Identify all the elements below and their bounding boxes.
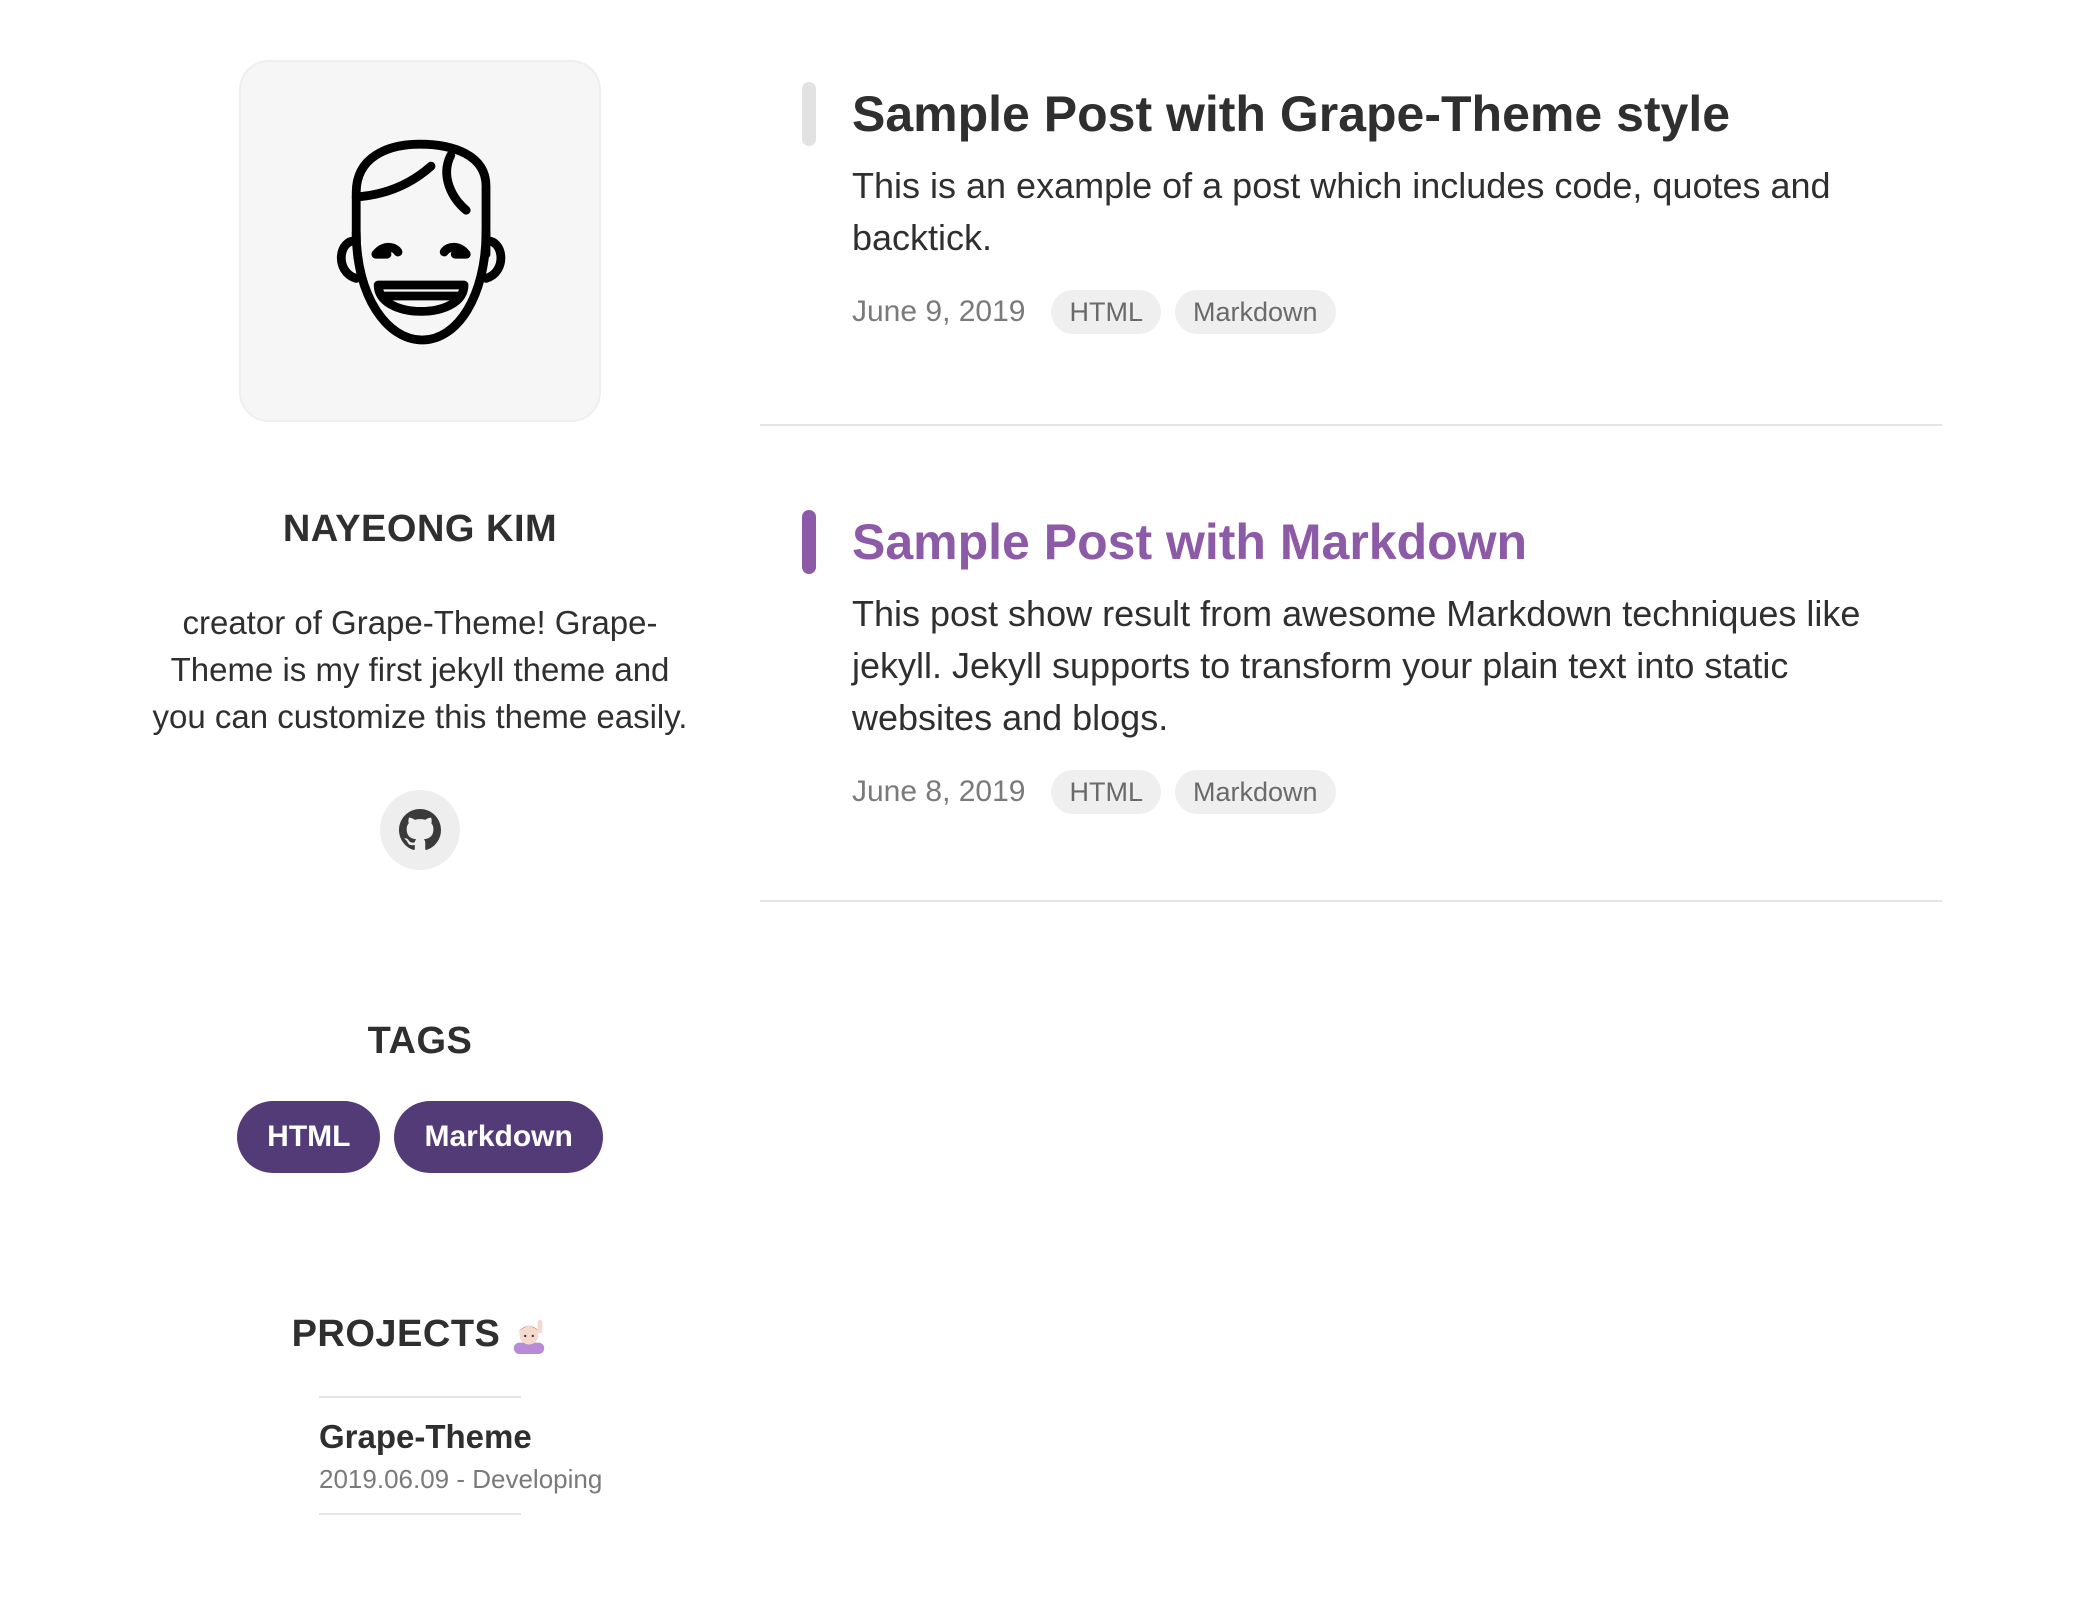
post-excerpt: This post show result from awesome Markd…	[852, 593, 1861, 738]
post-excerpt: This is an example of a post which inclu…	[852, 165, 1831, 258]
person-raising-hand-icon	[514, 1319, 545, 1354]
post-title[interactable]: Sample Post with Grape-Theme style	[852, 82, 1902, 146]
sidebar-tag-html[interactable]: HTML	[237, 1101, 381, 1173]
post-title[interactable]: Sample Post with Markdown	[852, 510, 1902, 574]
smiling-face-icon	[336, 139, 506, 345]
projects-title: PROJECTS	[291, 1313, 501, 1355]
post-date: June 9, 2019	[852, 295, 1026, 328]
post-item: Sample Post with Markdown This post show…	[760, 510, 1942, 902]
avatar	[239, 60, 601, 422]
sidebar: NAYEONG KIM creator of Grape-Theme! Grap…	[120, 60, 720, 1515]
github-link[interactable]	[380, 790, 460, 870]
project-name[interactable]: Grape-Theme	[319, 1418, 532, 1456]
post-indicator-bar	[802, 510, 816, 574]
project-item: Grape-Theme 2019.06.09 - Developing	[319, 1396, 603, 1515]
post-meta: June 9, 2019 HTML Markdown	[852, 290, 1902, 334]
post-tag-markdown[interactable]: Markdown	[1174, 290, 1336, 334]
project-meta: 2019.06.09 - Developing	[319, 1464, 603, 1494]
post-indicator-bar	[802, 82, 816, 146]
author-bio: creator of Grape-Theme! Grape-Theme is m…	[152, 604, 688, 735]
page: NAYEONG KIM creator of Grape-Theme! Grap…	[0, 0, 2088, 1604]
post-date: June 8, 2019	[852, 775, 1026, 808]
github-icon	[399, 809, 441, 850]
post-list: Sample Post with Grape-Theme style This …	[760, 82, 1942, 902]
post-tag-markdown[interactable]: Markdown	[1174, 770, 1336, 814]
sidebar-tag-list: HTML Markdown	[120, 1101, 720, 1173]
post-item: Sample Post with Grape-Theme style This …	[760, 82, 1942, 426]
sidebar-tag-markdown[interactable]: Markdown	[394, 1101, 603, 1173]
post-tag-html[interactable]: HTML	[1051, 290, 1161, 334]
author-name: NAYEONG KIM	[282, 508, 558, 550]
tags-title: TAGS	[367, 1020, 473, 1062]
projects-heading: PROJECTS	[120, 1313, 720, 1356]
post-meta: June 8, 2019 HTML Markdown	[852, 770, 1902, 814]
post-tag-html[interactable]: HTML	[1051, 770, 1161, 814]
